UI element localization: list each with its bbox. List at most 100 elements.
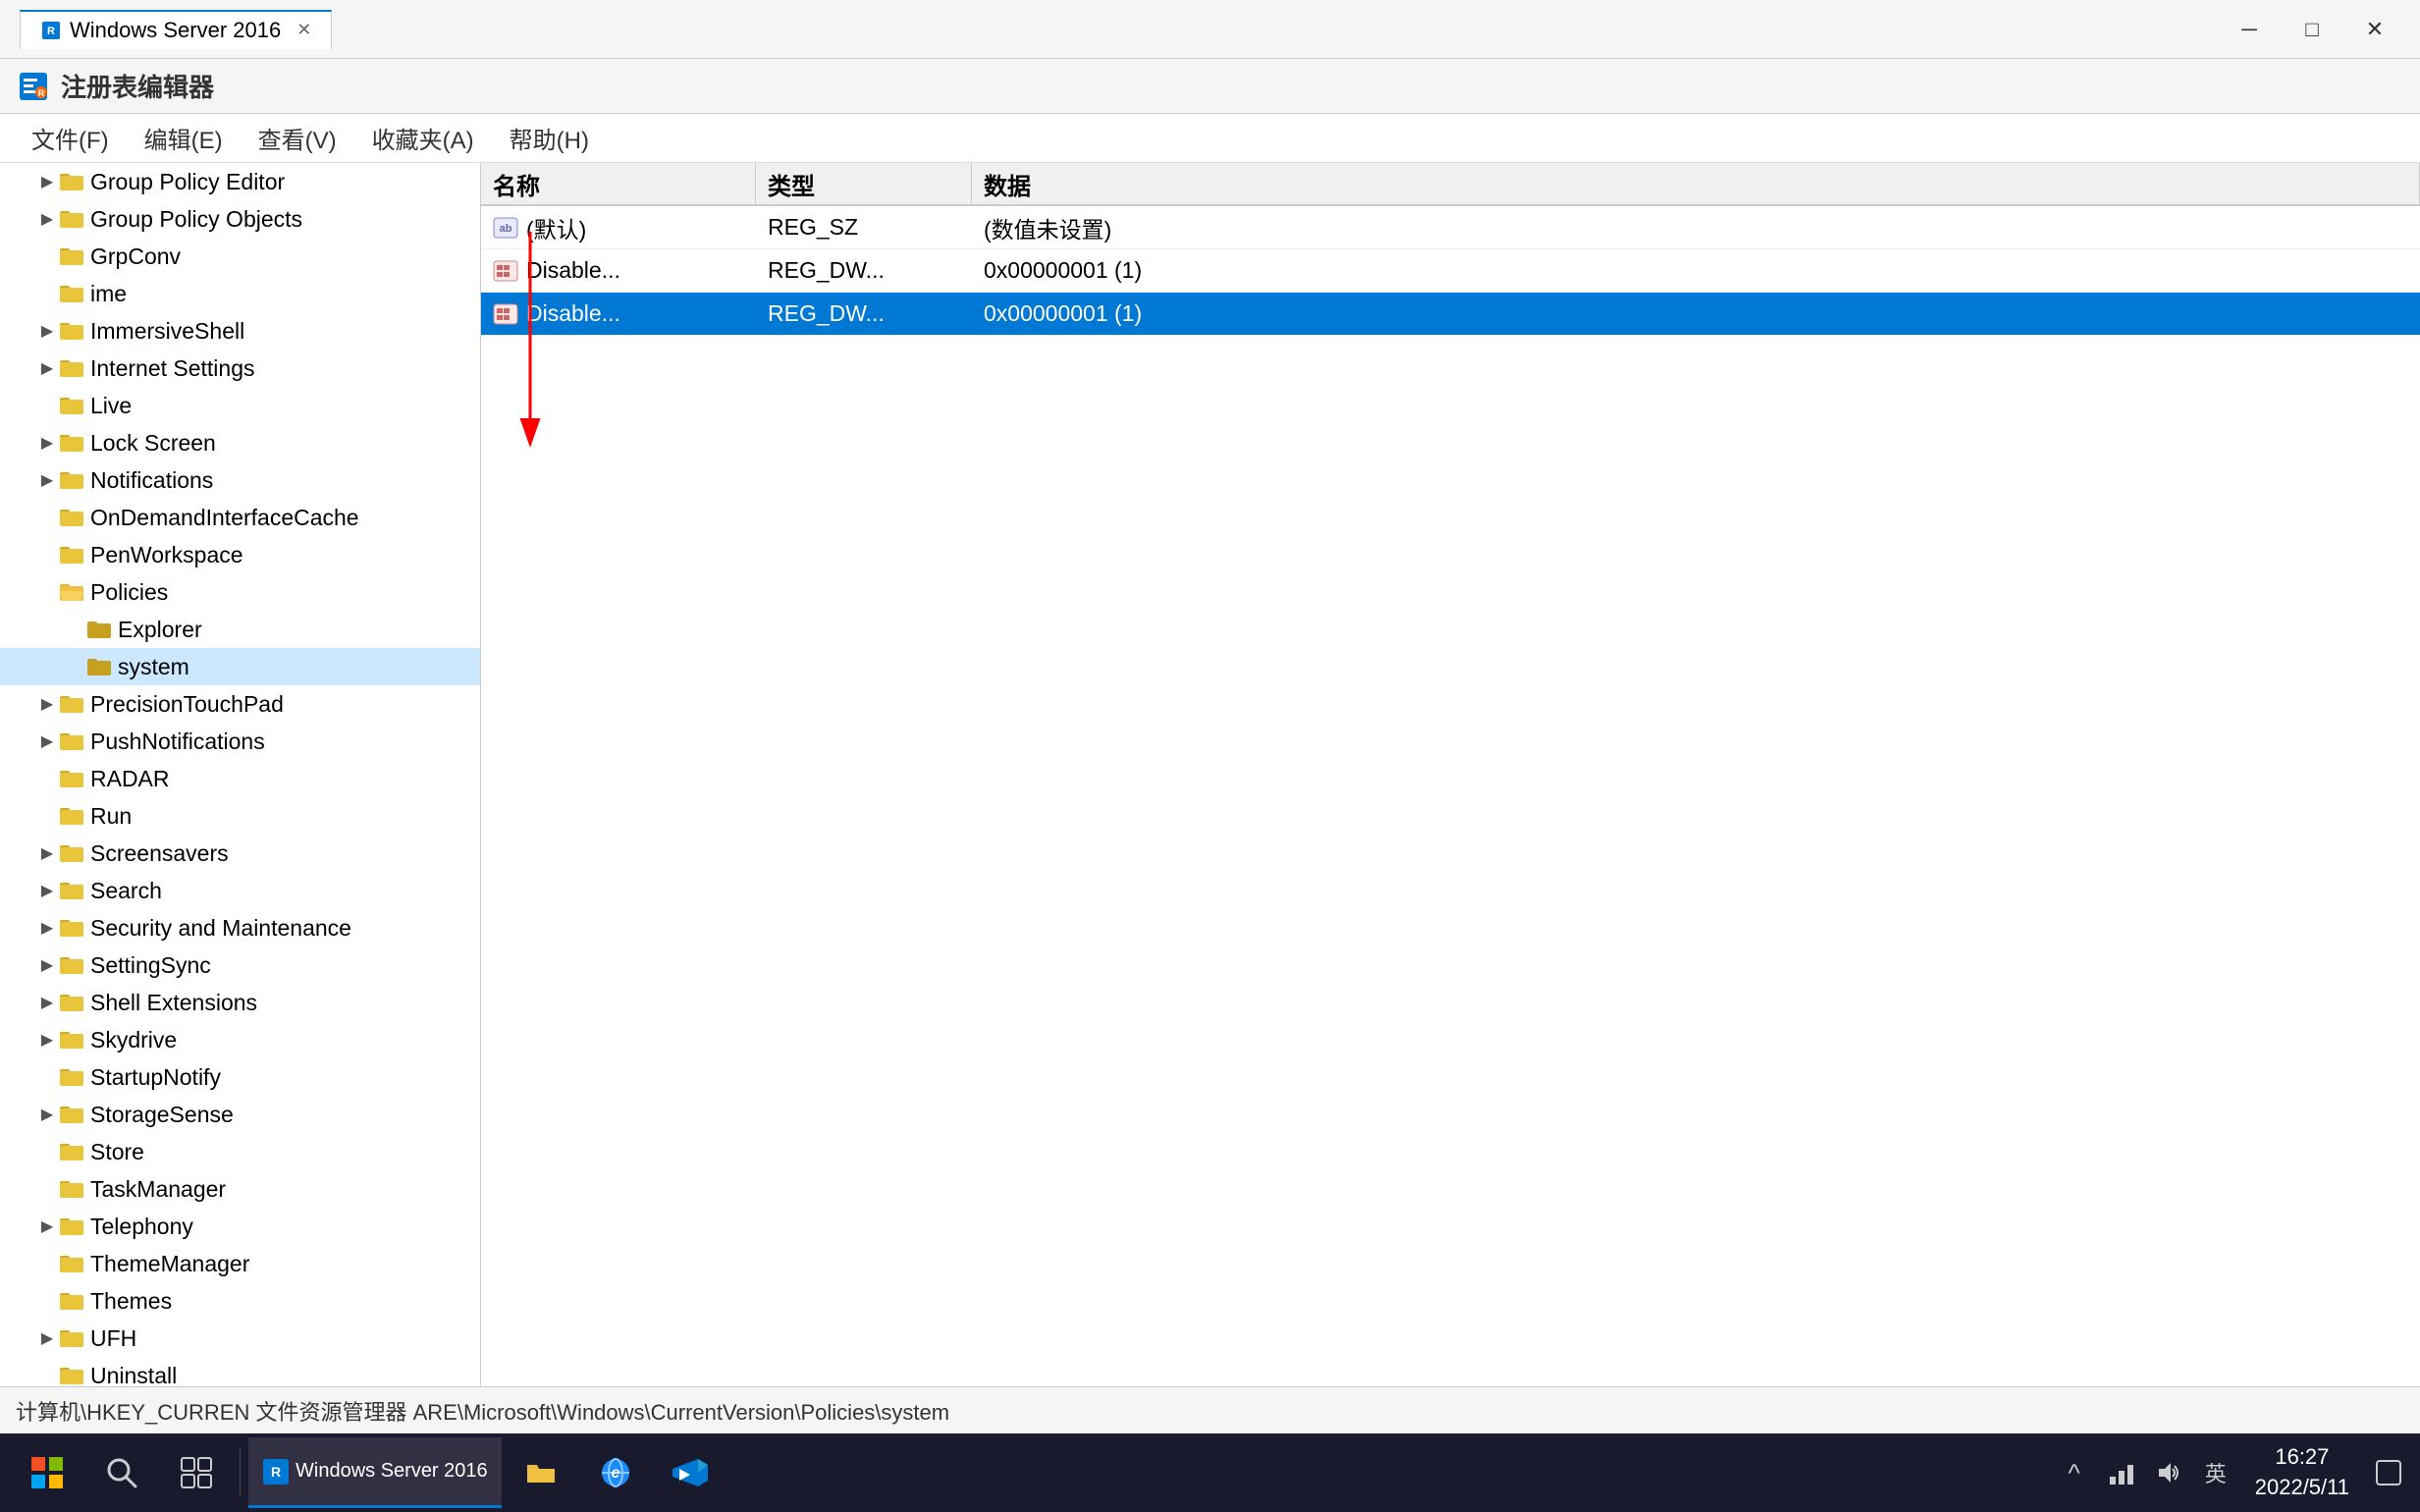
tree-chevron-icon[interactable]: ▶ bbox=[35, 1103, 59, 1126]
tree-chevron-icon[interactable] bbox=[35, 580, 59, 604]
vscode-button[interactable] bbox=[655, 1437, 726, 1508]
registry-rows[interactable]: ab(默认)REG_SZ(数值未设置)Disable...REG_DW...0x… bbox=[481, 206, 2420, 1386]
tree-chevron-icon[interactable]: ▶ bbox=[35, 356, 59, 380]
tree-chevron-icon[interactable]: ▶ bbox=[35, 879, 59, 902]
tree-chevron-icon[interactable] bbox=[35, 804, 59, 828]
tree-item[interactable]: ▶StorageSense bbox=[0, 1096, 480, 1133]
tree-item[interactable]: Store bbox=[0, 1133, 480, 1170]
tray-up-icon[interactable]: ^ bbox=[2055, 1453, 2094, 1492]
tree-item[interactable]: ▶Internet Settings bbox=[0, 350, 480, 387]
tree-chevron-icon[interactable] bbox=[35, 1065, 59, 1089]
tree-item[interactable]: RADAR bbox=[0, 760, 480, 797]
tree-chevron-icon[interactable]: ▶ bbox=[35, 468, 59, 492]
tree-item[interactable]: Uninstall bbox=[0, 1357, 480, 1386]
tree-chevron-icon[interactable]: ▶ bbox=[35, 431, 59, 455]
tree-item[interactable]: Policies bbox=[0, 573, 480, 611]
tree-item[interactable]: ▶Skydrive bbox=[0, 1021, 480, 1058]
tree-chevron-icon[interactable]: ▶ bbox=[35, 1215, 59, 1238]
folder-icon bbox=[59, 1215, 84, 1237]
tree-item[interactable]: ime bbox=[0, 275, 480, 312]
main-content: ▶ Group Policy Editor ▶Group Policy Object… bbox=[0, 163, 2420, 1386]
taskbar-active-window[interactable]: R Windows Server 2016 bbox=[248, 1437, 502, 1508]
tree-chevron-icon[interactable]: ▶ bbox=[35, 170, 59, 193]
tree-chevron-icon[interactable]: ▶ bbox=[35, 1326, 59, 1350]
tray-network-icon[interactable] bbox=[2102, 1453, 2141, 1492]
tree-chevron-icon[interactable]: ▶ bbox=[35, 692, 59, 716]
tree-chevron-icon[interactable]: ▶ bbox=[35, 207, 59, 231]
menu-file[interactable]: 文件(F) bbox=[16, 115, 125, 161]
menu-view[interactable]: 查看(V) bbox=[242, 115, 352, 161]
tray-volume-icon[interactable] bbox=[2149, 1453, 2188, 1492]
tree-item[interactable]: OnDemandInterfaceCache bbox=[0, 499, 480, 536]
tree-chevron-icon[interactable]: ▶ bbox=[35, 991, 59, 1014]
tree-item[interactable]: Explorer bbox=[0, 611, 480, 648]
minimize-button[interactable]: ─ bbox=[2220, 10, 2279, 49]
tree-item[interactable]: ▶ImmersiveShell bbox=[0, 312, 480, 350]
tree-chevron-icon[interactable] bbox=[35, 1252, 59, 1275]
tree-chevron-icon[interactable]: ▶ bbox=[35, 1028, 59, 1052]
tree-item[interactable]: ▶Telephony bbox=[0, 1208, 480, 1245]
tree-item[interactable]: ▶Group Policy Objects bbox=[0, 200, 480, 238]
tree-item[interactable]: StartupNotify bbox=[0, 1058, 480, 1096]
tree-chevron-icon[interactable] bbox=[35, 394, 59, 417]
search-button[interactable] bbox=[86, 1437, 157, 1508]
tree-item[interactable]: GrpConv bbox=[0, 238, 480, 275]
tree-chevron-icon[interactable] bbox=[35, 1140, 59, 1163]
tree-chevron-icon[interactable] bbox=[63, 618, 86, 641]
tree-item[interactable]: ▶PushNotifications bbox=[0, 723, 480, 760]
menu-favorites[interactable]: 收藏夹(A) bbox=[356, 115, 490, 161]
tree-item[interactable]: ▶PrecisionTouchPad bbox=[0, 685, 480, 723]
tree-item[interactable]: PenWorkspace bbox=[0, 536, 480, 573]
tree-item[interactable]: ▶ UFH bbox=[0, 1320, 480, 1357]
tree-chevron-icon[interactable]: ▶ bbox=[35, 319, 59, 343]
tree-item[interactable]: ▶Notifications bbox=[0, 461, 480, 499]
tree-chevron-icon[interactable] bbox=[35, 767, 59, 790]
tree-chevron-icon[interactable] bbox=[35, 1177, 59, 1201]
tree-chevron-icon[interactable]: ▶ bbox=[35, 953, 59, 977]
tree-item[interactable]: Themes bbox=[0, 1282, 480, 1320]
registry-row[interactable]: Disable...REG_DW...0x00000001 (1) bbox=[481, 293, 2420, 336]
start-button[interactable] bbox=[12, 1437, 82, 1508]
registry-row[interactable]: ab(默认)REG_SZ(数值未设置) bbox=[481, 206, 2420, 249]
tree-chevron-icon[interactable] bbox=[63, 655, 86, 678]
tree-item[interactable]: ▶Screensavers bbox=[0, 835, 480, 872]
file-explorer-button[interactable] bbox=[506, 1437, 576, 1508]
tree-chevron-icon[interactable] bbox=[35, 543, 59, 567]
tab-close-btn[interactable]: ✕ bbox=[296, 20, 311, 40]
tree-item[interactable]: ThemeManager bbox=[0, 1245, 480, 1282]
tree-chevron-icon[interactable]: ▶ bbox=[35, 916, 59, 940]
tree-chevron-icon[interactable] bbox=[35, 506, 59, 529]
tree-chevron-icon[interactable] bbox=[35, 282, 59, 305]
tree-item[interactable]: ▶SettingSync bbox=[0, 946, 480, 984]
tree-item[interactable]: system bbox=[0, 648, 480, 685]
tree-chevron-icon[interactable]: ▶ bbox=[35, 729, 59, 753]
tree-chevron-icon[interactable] bbox=[35, 244, 59, 268]
tree-item-label: UFH bbox=[90, 1325, 136, 1352]
tree-item[interactable]: ▶ Group Policy Editor bbox=[0, 163, 480, 200]
tree-item[interactable]: ▶Shell Extensions bbox=[0, 984, 480, 1021]
tree-chevron-icon[interactable] bbox=[35, 1364, 59, 1386]
tree-chevron-icon[interactable] bbox=[35, 1289, 59, 1313]
tree-item[interactable]: Live bbox=[0, 387, 480, 424]
system-clock[interactable]: 16:27 2022/5/11 bbox=[2243, 1442, 2361, 1503]
tree-item-label: Security and Maintenance bbox=[90, 915, 351, 942]
tray-language-icon[interactable]: 英 bbox=[2196, 1453, 2235, 1492]
tree-item-label: Group Policy Editor bbox=[90, 169, 285, 195]
svg-text:R: R bbox=[271, 1464, 281, 1480]
ie-button[interactable]: e bbox=[580, 1437, 651, 1508]
tree-item[interactable]: Run bbox=[0, 797, 480, 835]
menu-edit[interactable]: 编辑(E) bbox=[129, 115, 239, 161]
task-view-button[interactable] bbox=[161, 1437, 232, 1508]
tree-chevron-icon[interactable]: ▶ bbox=[35, 841, 59, 865]
maximize-button[interactable]: □ bbox=[2283, 10, 2341, 49]
tree-panel[interactable]: ▶ Group Policy Editor ▶Group Policy Object… bbox=[0, 163, 481, 1386]
close-button[interactable]: ✕ bbox=[2345, 10, 2404, 49]
menu-help[interactable]: 帮助(H) bbox=[494, 115, 605, 161]
tree-item[interactable]: ▶Lock Screen bbox=[0, 424, 480, 461]
tree-item[interactable]: ▶ Security and Maintenance bbox=[0, 909, 480, 946]
tree-item[interactable]: TaskManager bbox=[0, 1170, 480, 1208]
registry-row[interactable]: Disable...REG_DW...0x00000001 (1) bbox=[481, 249, 2420, 293]
notification-icon[interactable] bbox=[2369, 1453, 2408, 1492]
tree-item[interactable]: ▶Search bbox=[0, 872, 480, 909]
window-tab-active[interactable]: R Windows Server 2016 ✕ bbox=[20, 10, 332, 49]
